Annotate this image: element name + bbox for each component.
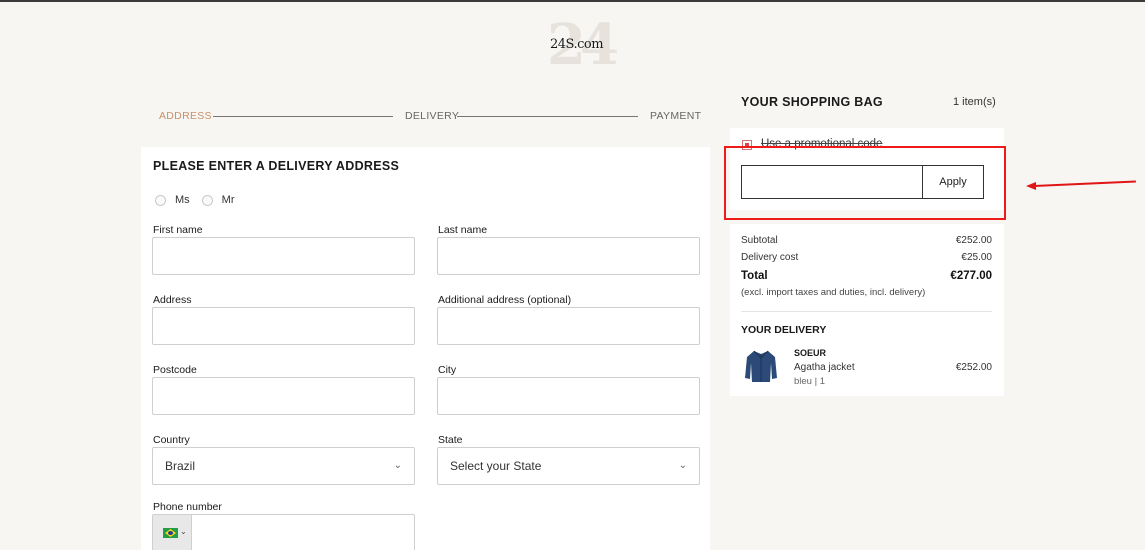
total-label: Total [741,270,768,282]
additional-address-label: Additional address (optional) [438,294,572,306]
salutation-mr-label: Mr [221,194,235,206]
annotation-arrow-icon [1026,182,1036,190]
subtotal-label: Subtotal [741,235,778,246]
total-row: Total €277.00 [741,270,992,282]
delivery-cost-row: Delivery cost €25.00 [741,252,992,263]
annotation-arrow-line [1033,180,1136,187]
product-brand: SOEUR [794,348,827,358]
phone-field[interactable]: ⌄ [152,514,415,550]
total-value: €277.00 [950,270,992,282]
chevron-down-icon: ⌄ [678,460,687,471]
state-select[interactable]: Select your State ⌄ [437,447,700,485]
address-field[interactable] [152,307,415,345]
salutation-mr-radio[interactable] [201,194,213,206]
chevron-down-icon: ⌄ [393,460,402,471]
delivery-address-form: PLEASE ENTER A DELIVERY ADDRESS Ms Mr Fi… [141,147,710,550]
shopping-bag-title: YOUR SHOPPING BAG [741,95,883,109]
product-variant: bleu | 1 [794,376,825,387]
checkout-steps: ADDRESS DELIVERY PAYMENT [158,110,701,126]
your-delivery-title: YOUR DELIVERY [741,324,827,336]
salutation-ms-radio[interactable] [155,194,166,206]
state-value: Select your State [450,459,542,473]
product-name[interactable]: Agatha jacket [794,362,855,373]
step-delivery: DELIVERY [405,110,460,122]
subtotal-row: Subtotal €252.00 [741,235,992,246]
postcode-field[interactable] [152,377,415,415]
order-summary: Subtotal €252.00 Delivery cost €25.00 To… [730,224,1004,396]
product-image[interactable] [744,348,778,384]
form-title: PLEASE ENTER A DELIVERY ADDRESS [153,159,400,173]
country-value: Brazil [165,459,196,473]
salutation-group: Ms Mr [155,194,247,206]
step-divider [457,116,638,117]
step-divider [213,116,393,117]
brazil-flag-icon [163,528,178,538]
city-label: City [438,364,457,376]
city-field[interactable] [437,377,700,415]
address-label: Address [153,294,192,306]
country-select[interactable]: Brazil ⌄ [152,447,415,485]
product-price: €252.00 [955,362,992,373]
last-name-field[interactable] [437,237,700,275]
delivery-cost-value: €25.00 [961,252,992,263]
step-address: ADDRESS [159,110,212,122]
annotation-highlight-box [724,146,1006,220]
postcode-label: Postcode [153,364,197,376]
site-logo[interactable]: 24 24S.com [547,17,619,73]
state-label: State [438,434,463,446]
chevron-down-icon: ⌄ [180,527,187,536]
total-note: (excl. import taxes and duties, incl. de… [741,287,926,298]
summary-divider [741,311,992,312]
step-payment: PAYMENT [650,110,702,122]
country-label: Country [153,434,190,446]
delivery-cost-label: Delivery cost [741,252,799,263]
last-name-label: Last name [438,224,488,236]
salutation-ms-label: Ms [175,194,190,206]
subtotal-value: €252.00 [955,235,992,246]
logo-wordmark: 24S.com [550,37,604,52]
bag-item-count: 1 item(s) [953,96,996,108]
phone-country-select[interactable]: ⌄ [153,515,192,550]
first-name-label: First name [153,224,203,236]
phone-label: Phone number [153,501,222,513]
additional-address-field[interactable] [437,307,700,345]
first-name-field[interactable] [152,237,415,275]
